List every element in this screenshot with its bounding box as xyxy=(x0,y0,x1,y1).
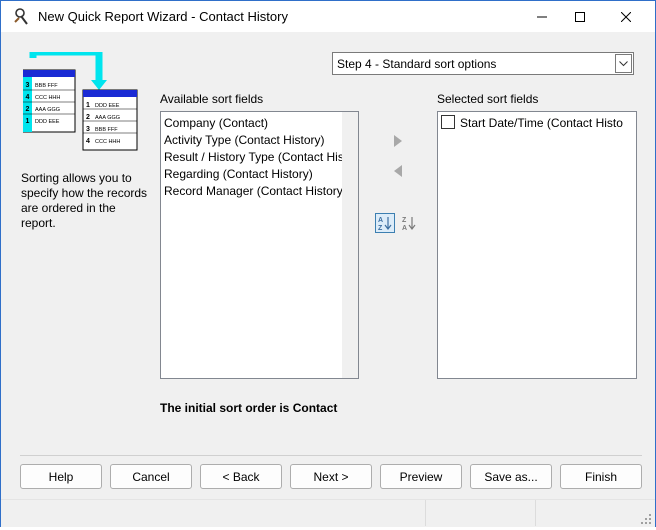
illus-front-val-3: BBB FFF xyxy=(95,127,118,133)
illus-front-num-4: 4 xyxy=(86,138,90,145)
status-divider xyxy=(425,500,426,526)
list-item[interactable]: Activity Type (Contact History) xyxy=(164,133,325,147)
svg-text:A: A xyxy=(378,217,383,224)
available-fields-label: Available sort fields xyxy=(160,92,264,106)
sort-order-hint: The initial sort order is Contact xyxy=(160,401,338,415)
separator xyxy=(20,455,642,456)
illus-front-num-2: 2 xyxy=(86,114,90,121)
illus-back-num-1: 3 xyxy=(26,82,30,89)
svg-text:A: A xyxy=(402,225,407,231)
illus-back-num-2: 4 xyxy=(26,94,30,101)
illus-back-num-4: 1 xyxy=(26,118,30,125)
list-item[interactable]: Regarding (Contact History) xyxy=(164,167,313,181)
title-bar[interactable]: New Quick Report Wizard - Contact Histor… xyxy=(1,1,655,32)
selected-fields-list[interactable]: Start Date/Time (Contact Histo xyxy=(437,111,637,379)
triangle-right-icon[interactable] xyxy=(386,129,410,153)
sort-a-z-icon[interactable]: A Z xyxy=(375,213,395,233)
illus-back-val-3: AAA GGG xyxy=(35,107,60,113)
sort-illustration: 3 BBB FFF 4 CCC HHH 2 AAA GGG 1 DDD EEE … xyxy=(22,48,139,152)
illus-back-num-3: 2 xyxy=(26,106,30,113)
cancel-button[interactable]: Cancel xyxy=(110,464,192,489)
svg-text:Z: Z xyxy=(402,217,407,224)
window-title: New Quick Report Wizard - Contact Histor… xyxy=(38,9,288,24)
illus-front-num-1: 1 xyxy=(86,102,90,109)
list-item[interactable]: Result / History Type (Contact His xyxy=(164,150,344,164)
sort-z-a-icon[interactable]: Z A xyxy=(399,213,419,233)
available-fields-list[interactable]: Company (Contact) Activity Type (Contact… xyxy=(160,111,359,379)
vertical-scrollbar[interactable] xyxy=(342,112,358,378)
step-dropdown-value: Step 4 - Standard sort options xyxy=(337,57,497,71)
illus-back-val-4: DDD EEE xyxy=(35,119,60,125)
list-item[interactable]: Start Date/Time (Contact Histo xyxy=(460,116,623,130)
illus-back-val-2: CCC HHH xyxy=(35,95,60,101)
svg-text:Z: Z xyxy=(378,225,383,231)
chevron-down-icon[interactable] xyxy=(615,54,632,73)
maximize-button[interactable] xyxy=(557,1,603,32)
illus-front-val-2: AAA GGG xyxy=(95,115,120,121)
illus-front-val-1: DDD EEE xyxy=(95,103,120,109)
app-icon xyxy=(13,8,31,26)
illus-front-val-4: CCC HHH xyxy=(95,139,120,145)
next-button[interactable]: Next > xyxy=(290,464,372,489)
status-bar xyxy=(1,499,655,527)
selected-fields-label: Selected sort fields xyxy=(437,92,539,106)
help-button[interactable]: Help xyxy=(20,464,102,489)
list-item[interactable]: Record Manager (Contact History xyxy=(164,184,343,198)
step-dropdown[interactable]: Step 4 - Standard sort options xyxy=(332,52,634,75)
list-item[interactable]: Company (Contact) xyxy=(164,116,268,130)
status-divider xyxy=(535,500,536,526)
finish-button[interactable]: Finish xyxy=(560,464,642,489)
triangle-left-icon[interactable] xyxy=(386,159,410,183)
illus-front-num-3: 3 xyxy=(86,126,90,133)
close-button[interactable] xyxy=(603,1,649,32)
save-as-button[interactable]: Save as... xyxy=(470,464,552,489)
back-button[interactable]: < Back xyxy=(200,464,282,489)
checkbox[interactable] xyxy=(441,115,455,129)
description-text: Sorting allows you to specify how the re… xyxy=(21,171,148,230)
resize-grip-icon[interactable] xyxy=(640,512,652,524)
illus-back-val-1: BBB FFF xyxy=(35,83,58,89)
wizard-window: New Quick Report Wizard - Contact Histor… xyxy=(0,0,656,527)
preview-button[interactable]: Preview xyxy=(380,464,462,489)
